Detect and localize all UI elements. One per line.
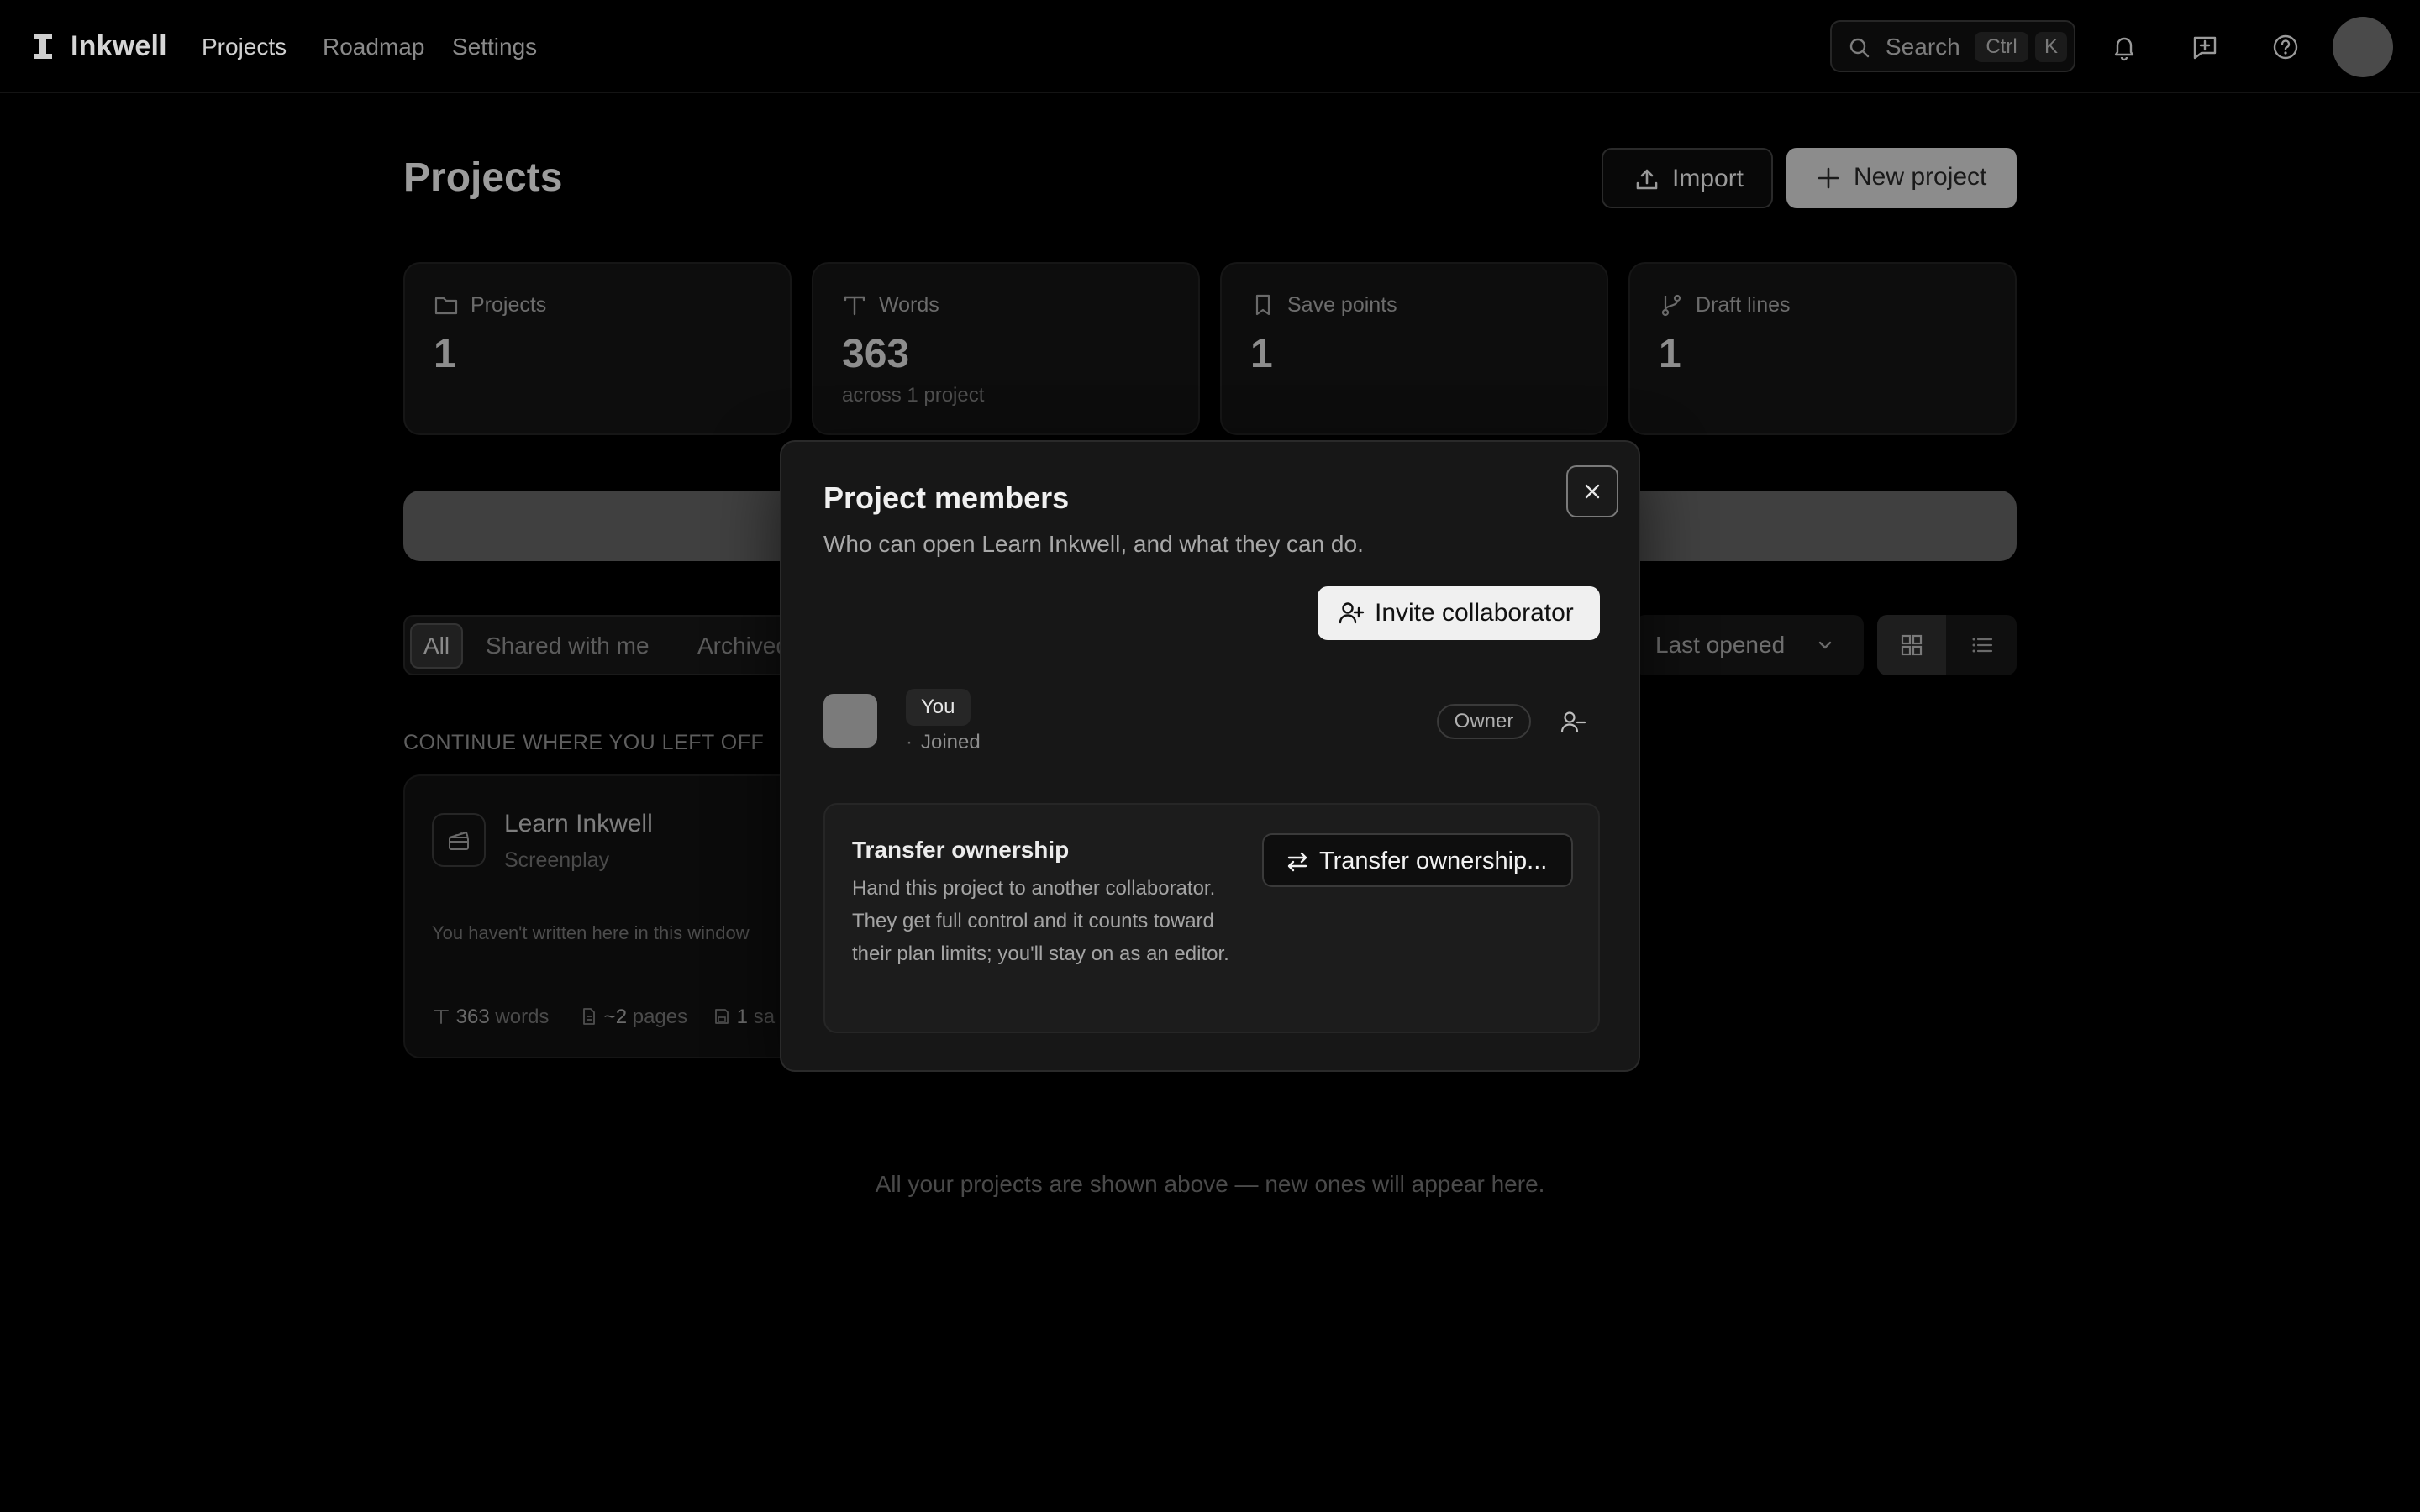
grid-view-button[interactable]: [1877, 615, 1946, 675]
search-button[interactable]: Search Ctrl K: [1830, 20, 2075, 72]
swap-arrows-icon: [1284, 848, 1311, 875]
word-count-value: 363: [455, 1005, 490, 1028]
page-count-value: ~2: [603, 1005, 628, 1028]
tab-archived[interactable]: Archived: [686, 623, 788, 669]
stat-card-words: Words 363 across 1 project: [812, 262, 1200, 435]
stat-card-projects: Projects 1: [403, 262, 792, 435]
project-members-dialog: Project members Who can open Learn Inkwe…: [780, 440, 1640, 1072]
dialog-description: Who can open Learn Inkwell, and what the…: [823, 531, 1364, 557]
bookmark-icon: [1250, 292, 1276, 318]
transfer-button-label: Transfer ownership...: [1319, 848, 1548, 874]
list-view-button[interactable]: [1948, 615, 2017, 675]
feedback-icon[interactable]: [2188, 30, 2222, 64]
invite-collaborator-button[interactable]: Invite collaborator: [1318, 586, 1600, 640]
upload-icon: [1634, 166, 1660, 193]
import-button[interactable]: Import: [1602, 148, 1773, 208]
chevron-down-icon: [1815, 635, 1835, 655]
tab-all[interactable]: All: [410, 623, 464, 669]
invite-label: Invite collaborator: [1375, 599, 1574, 627]
empty-hint: All your projects are shown above — new …: [875, 1171, 1545, 1197]
dialog-title: Project members: [823, 480, 1070, 515]
project-note: You haven't written here in this window: [432, 922, 750, 943]
page-title: Projects: [403, 155, 563, 200]
transfer-ownership-button[interactable]: Transfer ownership...: [1262, 833, 1573, 887]
save-count: 1 sa: [713, 1003, 775, 1032]
brand-name[interactable]: Inkwell: [71, 25, 167, 67]
stat-label: Words: [879, 293, 939, 317]
member-avatar: [823, 694, 877, 748]
search-icon: [1849, 37, 1870, 59]
inkwell-logo-icon[interactable]: [32, 32, 54, 60]
status-text: Joined: [921, 731, 981, 753]
kbd-k: K: [2035, 32, 2067, 62]
save-count-value: 1: [736, 1005, 749, 1028]
folder-icon: [434, 292, 459, 318]
nav-settings[interactable]: Settings: [452, 30, 537, 64]
text-icon: [842, 292, 867, 318]
stat-sub: across 1 project: [842, 384, 985, 407]
kbd-ctrl: Ctrl: [1975, 32, 2028, 62]
bell-icon[interactable]: [2107, 30, 2141, 64]
close-icon: [1581, 480, 1603, 502]
branch-icon: [1659, 292, 1684, 318]
word-count: 363 words: [432, 1003, 549, 1032]
help-icon[interactable]: [2269, 30, 2302, 64]
role-badge: Owner: [1437, 704, 1531, 739]
transfer-description: Hand this project to another collaborato…: [852, 877, 1229, 965]
save-count-unit: sa: [753, 1005, 776, 1028]
tab-shared-with-me[interactable]: Shared with me: [474, 623, 661, 669]
transfer-ownership-panel: Transfer ownership Hand this project to …: [823, 803, 1600, 1033]
grid-icon: [1900, 633, 1923, 657]
import-label: Import: [1672, 165, 1744, 192]
section-heading: CONTINUE WHERE YOU LEFT OFF: [403, 731, 765, 754]
plus-icon: [1815, 165, 1842, 192]
nav-projects[interactable]: Projects: [202, 30, 287, 64]
search-label: Search: [1886, 34, 1960, 60]
text-icon: [432, 1007, 450, 1026]
stat-value: 1: [1659, 332, 1681, 376]
stat-label: Draft lines: [1696, 293, 1791, 317]
top-bar: Inkwell Projects Roadmap Settings Search…: [0, 0, 2420, 93]
stat-card-draft-lines: Draft lines 1: [1628, 262, 2017, 435]
save-icon: [713, 1007, 731, 1026]
sort-label: Last opened: [1655, 632, 1786, 658]
new-project-label: New project: [1854, 163, 1987, 191]
new-project-button[interactable]: New project: [1786, 148, 2017, 208]
stat-label: Save points: [1287, 293, 1397, 317]
transfer-title: Transfer ownership: [852, 837, 1070, 863]
stat-value: 1: [434, 332, 456, 376]
clapperboard-icon: [447, 828, 471, 852]
stat-card-save-points: Save points 1: [1220, 262, 1608, 435]
user-minus-icon: [1560, 709, 1586, 736]
close-button[interactable]: [1566, 465, 1618, 517]
avatar[interactable]: [2333, 17, 2393, 77]
sort-select[interactable]: Last opened: [1635, 615, 1864, 675]
nav-roadmap[interactable]: Roadmap: [323, 30, 424, 64]
remove-member-button[interactable]: [1555, 704, 1591, 741]
filter-tabs: All Shared with me Archived: [403, 615, 790, 675]
stat-value: 1: [1250, 332, 1273, 376]
word-count-unit: words: [495, 1005, 550, 1028]
page-count: ~2 pages: [580, 1003, 687, 1032]
view-toggle: [1877, 615, 2017, 675]
project-kind: Screenplay: [504, 848, 610, 872]
status-dot: ·: [906, 731, 913, 753]
project-name: Learn Inkwell: [504, 810, 653, 837]
page-icon: [580, 1007, 598, 1026]
stat-label: Projects: [471, 293, 547, 317]
page-count-unit: pages: [632, 1005, 688, 1028]
list-icon: [1970, 633, 1994, 657]
member-name: You: [906, 689, 971, 726]
project-thumb: [432, 813, 486, 867]
user-plus-icon: [1338, 600, 1365, 627]
member-status: · Joined: [906, 727, 981, 758]
stat-value: 363: [842, 332, 910, 376]
